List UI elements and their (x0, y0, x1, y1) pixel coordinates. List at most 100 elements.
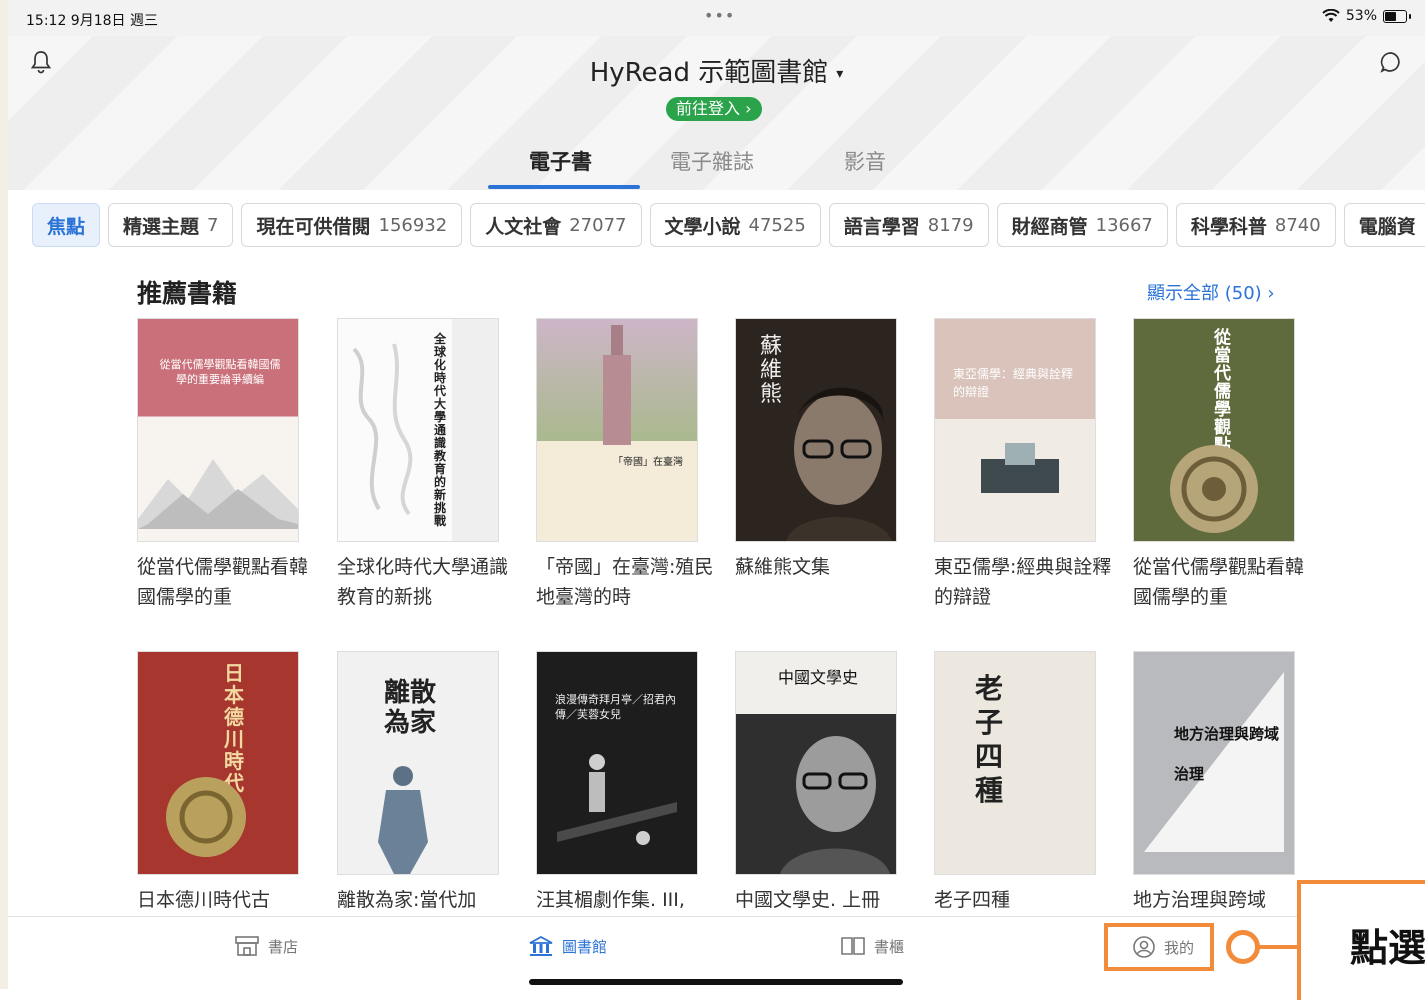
book-title: 從當代儒學觀點看韓國儒學的重 (137, 556, 309, 608)
tower-illustration (603, 325, 631, 445)
book-title: 日本德川時代古 (137, 889, 271, 911)
chip-available-now[interactable]: 現在可供借閱 156932 (241, 203, 463, 247)
chip-business[interactable]: 財經商管 13667 (996, 203, 1168, 247)
stage-illustration (557, 754, 677, 845)
active-tab-indicator (488, 185, 640, 189)
library-icon (529, 935, 553, 956)
app-frame: 15:12 9月18日 週三 ••• 53% HyRead 示範圖書館 ▾ 前往登… (0, 0, 1425, 1000)
login-button[interactable]: 前往登入 › (666, 97, 762, 121)
book-cover: 東亞儒學：經典與詮釋的辯證 (934, 318, 1096, 542)
book-card[interactable]: 離散為家 離散為家:當代加 (337, 651, 499, 915)
chip-literature[interactable]: 文學小說 47525 (649, 203, 821, 247)
show-all-link[interactable]: 顯示全部 (50) › (1147, 279, 1275, 305)
book-cover: 離散為家 (337, 651, 499, 875)
category-chips-bar: 焦點 精選主題 7 現在可供借閱 156932 人文社會 27077 文學小說 4752… (8, 190, 1425, 262)
book-cover: 浪漫傳奇拜月亭／招君內傳／芙蓉女兒 (536, 651, 698, 875)
chip-count: 27077 (569, 214, 627, 236)
status-time: 15:12 9月18日 週三 (26, 13, 158, 29)
cover-title: 離散為家 (384, 678, 437, 738)
chip-count: 8179 (927, 214, 974, 236)
tab-ebooks[interactable]: 電子書 (529, 146, 592, 176)
cover-title: 從當代儒學觀點 (1214, 328, 1231, 455)
tab-media[interactable]: 影音 (844, 146, 886, 176)
book-cover: 「帝國」在臺灣 (536, 318, 698, 542)
book-title: 汪其楣劇作集. III, (536, 889, 685, 911)
status-bar: 15:12 9月18日 週三 ••• 53% (8, 0, 1425, 36)
nav-library[interactable]: 圖書館 (528, 935, 607, 957)
book-card[interactable]: 蘇維熊 蘇維熊文集 (735, 318, 897, 582)
book-title: 離散為家:當代加 (337, 889, 477, 911)
nav-label: 書櫃 (874, 937, 905, 956)
multitask-dots[interactable]: ••• (704, 6, 735, 25)
cover-title: 「帝國」在臺灣 (613, 457, 683, 468)
chip-humanities[interactable]: 人文社會 27077 (470, 203, 642, 247)
nav-label: 圖書館 (562, 937, 608, 956)
book-card[interactable]: 全球化時代大學通識教育的新挑戰 全球化時代大學通識教育的新挑 (337, 318, 508, 612)
home-indicator[interactable] (529, 979, 903, 985)
library-header: HyRead 示範圖書館 ▾ 前往登入 › 電子書 電子雜誌 影音 (8, 36, 1425, 190)
chip-language[interactable]: 語言學習 8179 (828, 203, 989, 247)
portrait-illustration (786, 387, 892, 541)
cover-title: 中國文學史 (778, 668, 859, 687)
chip-label: 精選主題 (123, 215, 200, 238)
book-title: 全球化時代大學通識教育的新挑 (337, 556, 509, 608)
chip-label: 人文社會 (485, 215, 562, 238)
status-indicators: 53% (1322, 8, 1411, 24)
portrait-illustration (780, 736, 890, 874)
chip-science[interactable]: 科學科普 8740 (1175, 203, 1336, 247)
cover-title: 全球化時代大學通識教育的新挑戰 (434, 332, 447, 528)
chip-focus[interactable]: 焦點 (32, 203, 101, 247)
book-cover: 地方治理與跨域治理 (1133, 651, 1295, 875)
chip-computers[interactable]: 電腦資 (1343, 203, 1425, 247)
chip-count: 8740 (1274, 214, 1321, 236)
book-card[interactable]: 日本德川時代 日本德川時代古 (137, 651, 299, 915)
cover-title: 地方治理與跨域治理 (1174, 725, 1280, 783)
book-cover: 從當代儒學觀點 (1133, 318, 1295, 542)
cover-title: 浪漫傳奇拜月亭／招君內傳／芙蓉女兒 (555, 693, 676, 721)
book-card[interactable]: 浪漫傳奇拜月亭／招君內傳／芙蓉女兒 汪其楣劇作集. III, (536, 651, 698, 915)
nav-bookshelf[interactable]: 書櫃 (840, 935, 904, 957)
chip-label: 文學小說 (664, 215, 741, 238)
section-title: 推薦書籍 (137, 279, 238, 308)
callout-highlight-box (1104, 923, 1214, 971)
callout-text: 點選 (1350, 926, 1425, 970)
book-title: 老子四種 (934, 889, 1011, 911)
book-title: 從當代儒學觀點看韓國儒學的重 (1133, 556, 1305, 608)
book-card[interactable]: 中國文學史 中國文學史. 上冊 (735, 651, 897, 915)
library-title: HyRead 示範圖書館 (589, 58, 829, 88)
library-switcher[interactable]: HyRead 示範圖書館 ▾ (8, 52, 1425, 89)
book-card[interactable]: 東亞儒學：經典與詮釋的辯證 東亞儒學:經典與詮釋的辯證 (934, 318, 1111, 612)
callout-marker (1226, 930, 1260, 964)
nav-label: 書店 (268, 937, 299, 956)
book-cover: 蘇維熊 (735, 318, 897, 542)
book-cover: 老子四種 (934, 651, 1096, 875)
book-card[interactable]: 從當代儒學觀點看韓國儒學的重要論爭續編 從當代儒學觀點看韓國儒學的重 (137, 318, 308, 612)
battery-percent: 53% (1345, 8, 1377, 24)
book-cover: 從當代儒學觀點看韓國儒學的重要論爭續編 (137, 318, 299, 542)
dropdown-caret-icon: ▾ (836, 65, 844, 82)
chip-label: 電腦資 (1358, 215, 1416, 238)
tab-emagazines[interactable]: 電子雜誌 (670, 146, 754, 176)
chip-count: 47525 (748, 214, 806, 236)
book-title: 蘇維熊文集 (735, 556, 831, 578)
book-title: 中國文學史. 上冊 (735, 889, 881, 911)
chip-label: 科學科普 (1190, 215, 1267, 238)
chip-featured-topics[interactable]: 精選主題 7 (108, 203, 234, 247)
bookshelf-icon (841, 937, 865, 955)
medallion-illustration (1170, 445, 1258, 533)
calligraphy-graphic (352, 343, 413, 516)
book-card[interactable]: 從當代儒學觀點 從當代儒學觀點看韓國儒學的重 (1133, 318, 1304, 612)
device-bezel (0, 0, 8, 989)
box-illustration (981, 443, 1059, 493)
medallion-illustration (166, 777, 246, 857)
book-title: 東亞儒學:經典與詮釋的辯證 (934, 556, 1112, 608)
book-cover: 日本德川時代 (137, 651, 299, 875)
chip-label: 現在可供借閱 (256, 215, 371, 238)
book-card[interactable]: 老子四種 老子四種 (934, 651, 1096, 915)
nav-store[interactable]: 書店 (234, 935, 298, 957)
book-cover: 全球化時代大學通識教育的新挑戰 (337, 318, 499, 542)
cover-title: 從當代儒學觀點看韓國儒學的重要論爭續編 (159, 358, 281, 386)
book-card[interactable]: 地方治理與跨域治理 地方治理與跨域 (1133, 651, 1295, 915)
callout-connector (1259, 945, 1299, 949)
book-card[interactable]: 「帝國」在臺灣 「帝國」在臺灣:殖民地臺灣的時 (536, 318, 713, 612)
